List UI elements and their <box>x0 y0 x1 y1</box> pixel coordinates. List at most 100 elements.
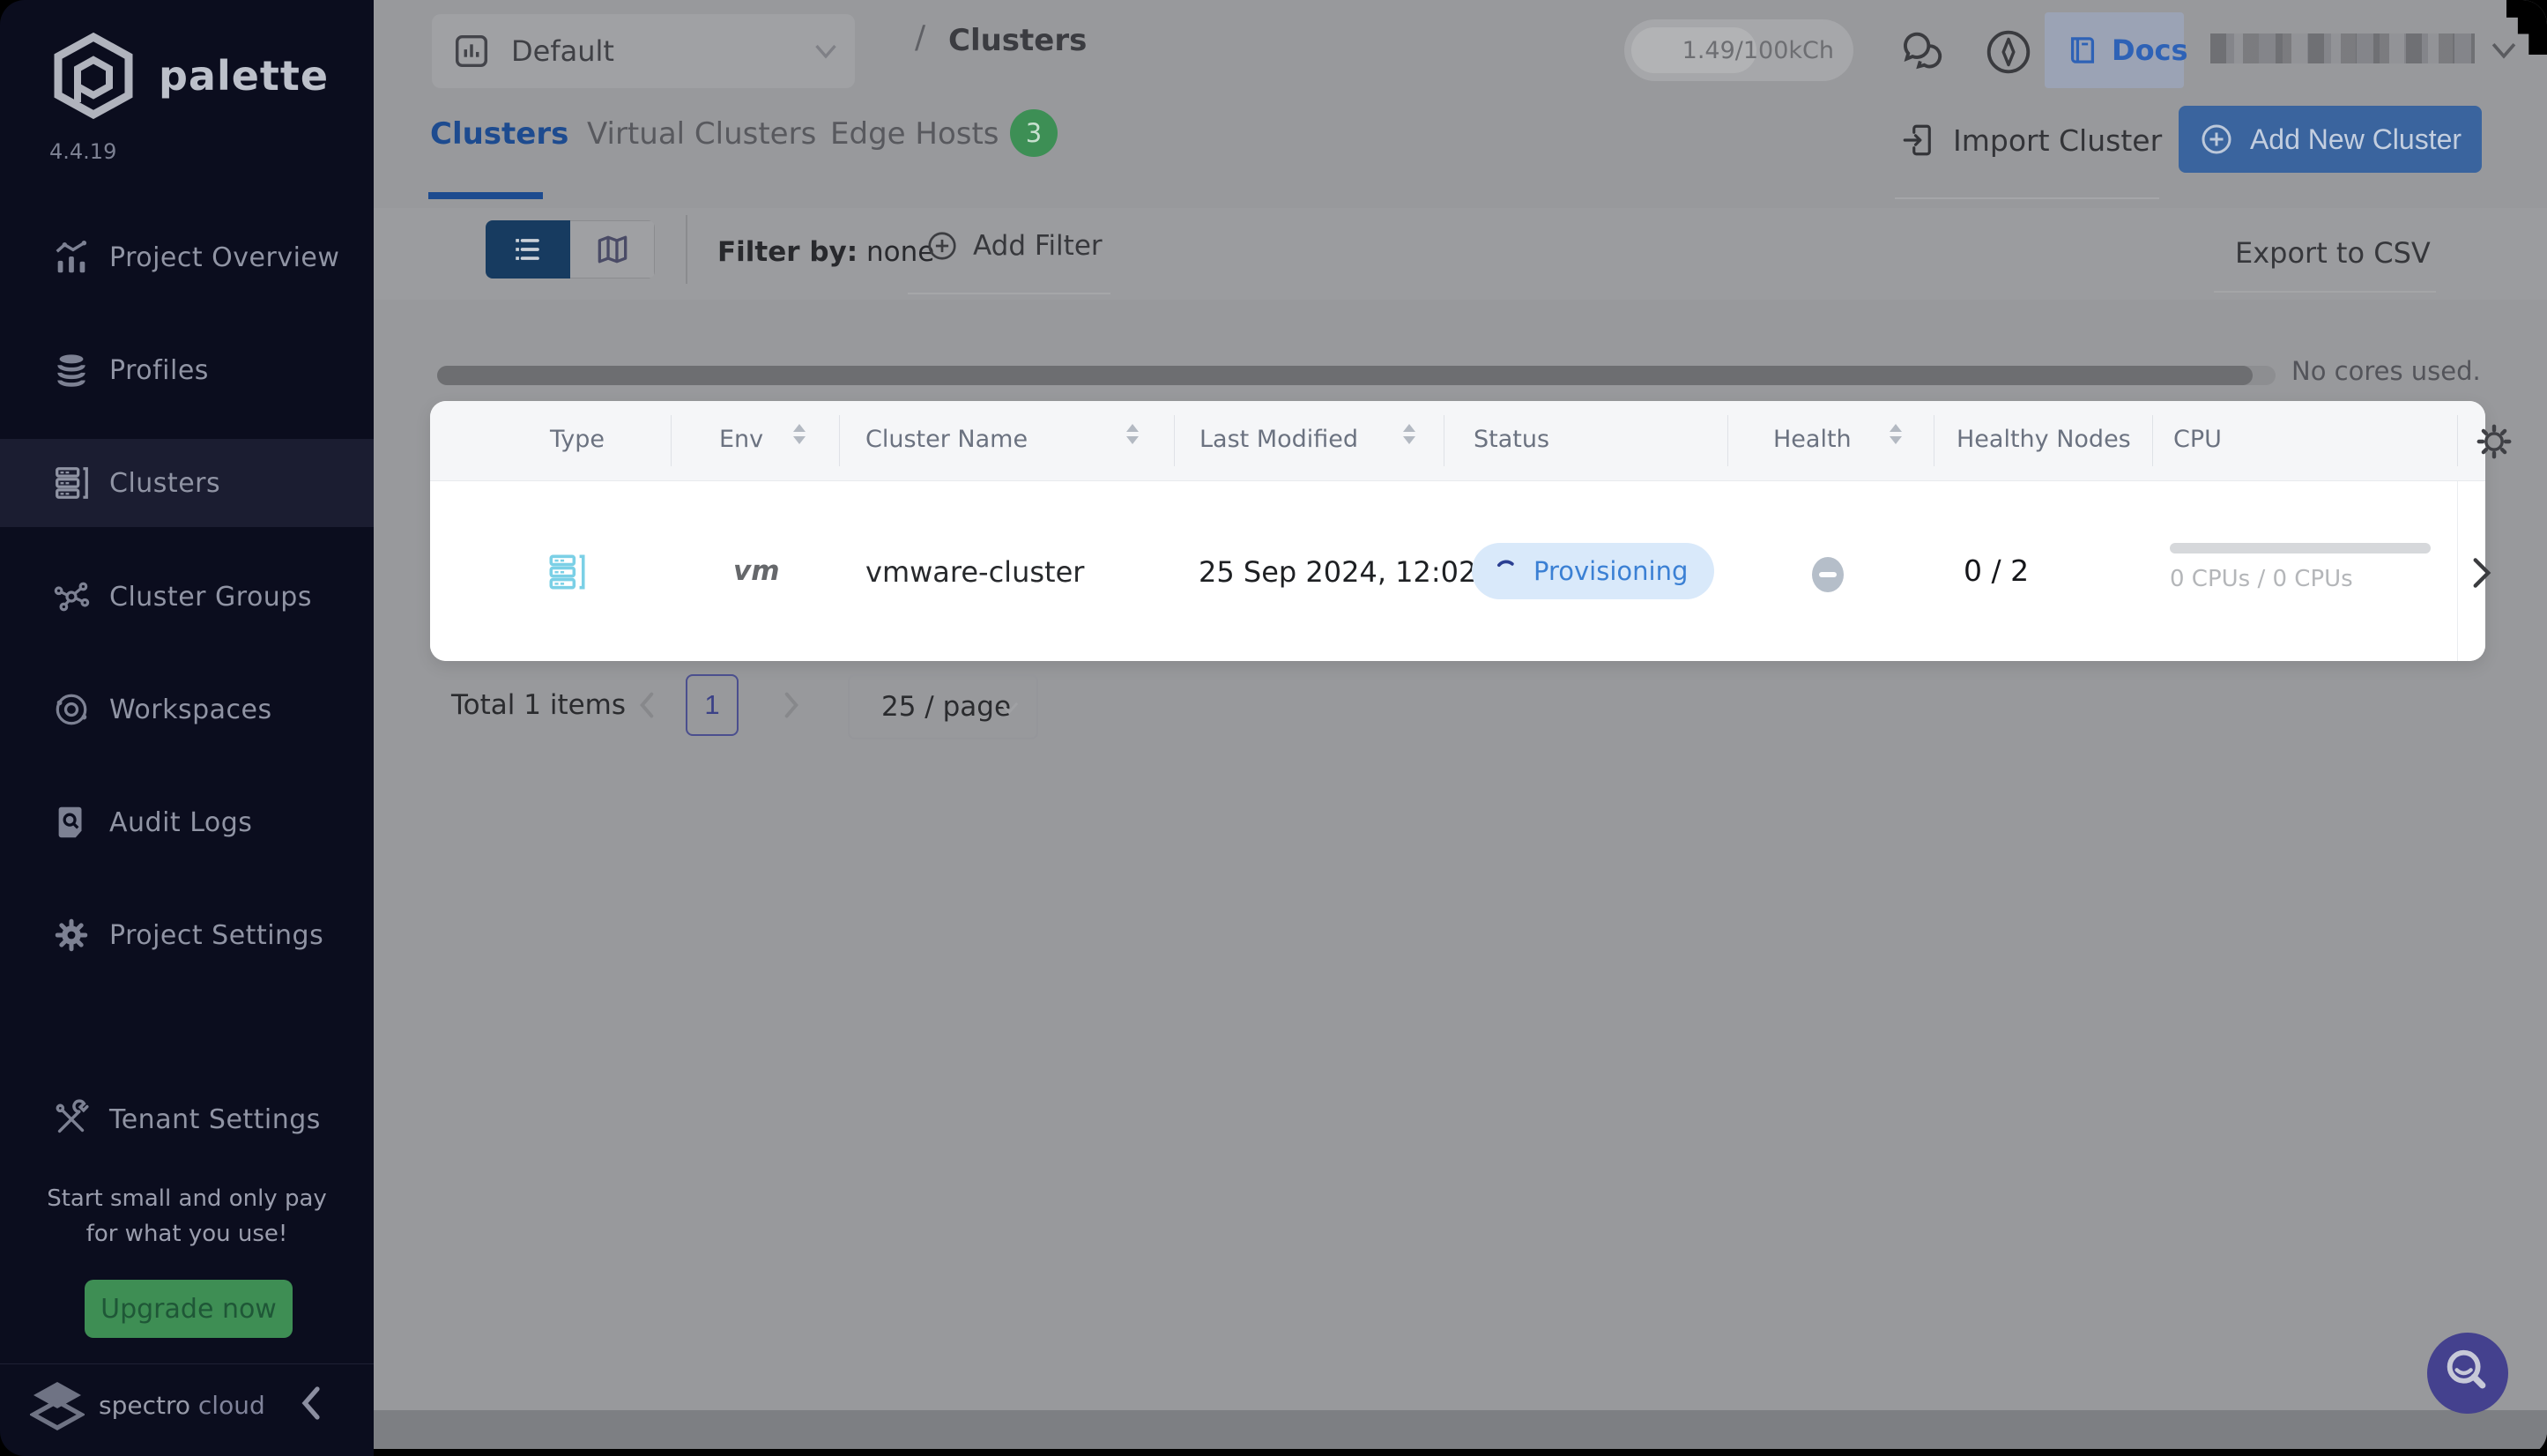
upgrade-now-button[interactable]: Upgrade now <box>85 1280 293 1338</box>
filter-by-label: Filter by: <box>717 236 858 268</box>
spectro-text: spectro <box>99 1391 190 1420</box>
map-view-button[interactable] <box>570 220 655 279</box>
scrollbar-thumb[interactable] <box>437 366 2253 385</box>
toolbar-divider <box>686 215 687 284</box>
column-divider <box>671 415 672 466</box>
sidebar-item-clusters[interactable]: Clusters <box>0 439 374 527</box>
column-divider <box>1174 415 1175 466</box>
compass-icon[interactable] <box>1981 25 2036 79</box>
cloud-text: cloud <box>198 1391 265 1420</box>
user-menu-redacted-name[interactable] <box>2210 33 2475 63</box>
sidebar-item-workspaces[interactable]: Workspaces <box>0 665 374 754</box>
sidebar-item-label: Project Overview <box>109 242 339 273</box>
project-chart-icon <box>451 31 492 71</box>
book-icon <box>2064 32 2101 69</box>
brand-logo: palette <box>48 32 329 120</box>
table-header: Type Env Cluster Name Last Modified Stat… <box>430 401 2485 481</box>
docs-label: Docs <box>2112 33 2188 67</box>
health-unknown-icon <box>1812 557 1844 592</box>
sidebar-item-audit-logs[interactable]: Audit Logs <box>0 778 374 866</box>
pagination-prev-icon[interactable] <box>635 691 659 719</box>
app-window: palette 4.4.19 Project Overview Profiles <box>0 0 2547 1456</box>
sidebar-item-label: Cluster Groups <box>109 582 312 613</box>
column-divider <box>2457 415 2458 466</box>
table-row[interactable]: vm vmware-cluster 25 Sep 2024, 12:02 Pro… <box>430 481 2485 661</box>
tab-edge-hosts[interactable]: Edge Hosts <box>830 116 999 152</box>
column-header-type: Type <box>550 426 605 453</box>
table-horizontal-scrollbar <box>437 366 2276 385</box>
database-icon <box>51 350 92 390</box>
sidebar-item-label: Profiles <box>109 355 209 386</box>
palette-logo-icon <box>48 32 139 120</box>
breadcrumb-current: Clusters <box>948 23 1087 58</box>
tab-clusters[interactable]: Clusters <box>430 116 568 152</box>
column-header-last-modified[interactable]: Last Modified <box>1199 426 1358 453</box>
clusters-icon <box>51 463 92 503</box>
column-header-cluster-name[interactable]: Cluster Name <box>865 426 1028 453</box>
add-filter-button[interactable]: Add Filter <box>925 229 1103 263</box>
spectro-cloud-logo-icon <box>30 1380 85 1431</box>
spectro-cloud-wordmark: spectro cloud <box>99 1391 265 1420</box>
list-view-icon <box>509 230 547 269</box>
main-content: Default / Clusters 1.49/100kCh <box>374 0 2547 1449</box>
sidebar: palette 4.4.19 Project Overview Profiles <box>0 0 374 1456</box>
export-to-csv-button[interactable]: Export to CSV <box>2235 236 2431 270</box>
magnifier-smile-icon <box>2439 1345 2496 1401</box>
sidebar-item-label: Workspaces <box>109 695 272 725</box>
row-expand-chevron-icon[interactable] <box>2466 555 2498 591</box>
column-divider <box>2152 415 2153 466</box>
status-badge: Provisioning <box>1472 543 1714 599</box>
orbit-icon <box>51 689 92 730</box>
add-filter-label: Add Filter <box>973 230 1103 262</box>
sidebar-item-project-settings[interactable]: Project Settings <box>0 891 374 979</box>
pagination-page-1[interactable]: 1 <box>686 674 739 736</box>
project-selector-value: Default <box>511 34 614 68</box>
sidebar-item-label: Audit Logs <box>109 807 252 838</box>
export-underline <box>2214 291 2436 293</box>
cores-used-note: No cores used. <box>2291 356 2481 386</box>
sidebar-item-project-overview[interactable]: Project Overview <box>0 213 374 301</box>
sort-env-icon[interactable] <box>793 424 806 457</box>
add-new-cluster-button[interactable]: Add New Cluster <box>2179 106 2482 173</box>
filter-toolbar: Filter by: none Add Filter Export to CSV <box>374 208 2547 300</box>
docs-button[interactable]: Docs <box>2045 12 2184 88</box>
upgrade-promo: Start small and only pay for what you us… <box>0 1181 374 1252</box>
healthy-nodes-cell: 0 / 2 <box>1964 553 2029 588</box>
sidebar-footer: spectro cloud <box>0 1363 374 1456</box>
pagination-total: Total 1 items <box>451 689 626 721</box>
tab-virtual-clusters[interactable]: Virtual Clusters <box>587 116 816 152</box>
env-vmware-logo: vm <box>733 555 780 587</box>
edge-hosts-count-badge: 3 <box>1010 109 1058 157</box>
chevron-down-icon <box>998 699 1021 717</box>
footer-bar <box>374 1410 2547 1449</box>
cpu-usage-bar <box>2170 543 2431 553</box>
column-header-healthy-nodes: Healthy Nodes <box>1957 426 2131 453</box>
last-modified-cell: 25 Sep 2024, 12:02 <box>1199 555 1476 589</box>
project-selector[interactable]: Default <box>432 14 855 88</box>
feedback-chat-icon[interactable] <box>1893 25 1948 79</box>
column-divider <box>839 415 840 466</box>
promo-line-1: Start small and only pay <box>0 1181 374 1216</box>
column-header-env[interactable]: Env <box>719 426 763 453</box>
column-header-cpu: CPU <box>2173 426 2222 453</box>
sidebar-item-cluster-groups[interactable]: Cluster Groups <box>0 553 374 641</box>
table-settings-gear-icon[interactable] <box>2475 422 2514 461</box>
sidebar-item-tenant-settings[interactable]: Tenant Settings <box>0 1075 374 1163</box>
row-divider <box>2457 481 2458 661</box>
list-view-button[interactable] <box>486 220 570 279</box>
sort-last-modified-icon[interactable] <box>1403 424 1415 457</box>
sort-cluster-name-icon[interactable] <box>1126 424 1139 457</box>
sidebar-item-profiles[interactable]: Profiles <box>0 326 374 414</box>
feedback-widget-button[interactable] <box>2427 1333 2508 1414</box>
pagination-next-icon[interactable] <box>779 691 804 719</box>
user-menu-chevron-icon[interactable] <box>2489 39 2519 62</box>
column-header-health[interactable]: Health <box>1773 426 1852 453</box>
sort-health-icon[interactable] <box>1890 424 1902 457</box>
tools-icon <box>51 1099 92 1140</box>
active-tab-underline <box>428 192 543 199</box>
import-cluster-underline <box>1895 197 2159 199</box>
import-cluster-button[interactable]: Import Cluster <box>1900 109 2162 171</box>
page-size-select[interactable]: 25 / page <box>848 674 1038 739</box>
collapse-sidebar-icon[interactable] <box>294 1384 330 1423</box>
cluster-type-icon <box>545 550 589 594</box>
